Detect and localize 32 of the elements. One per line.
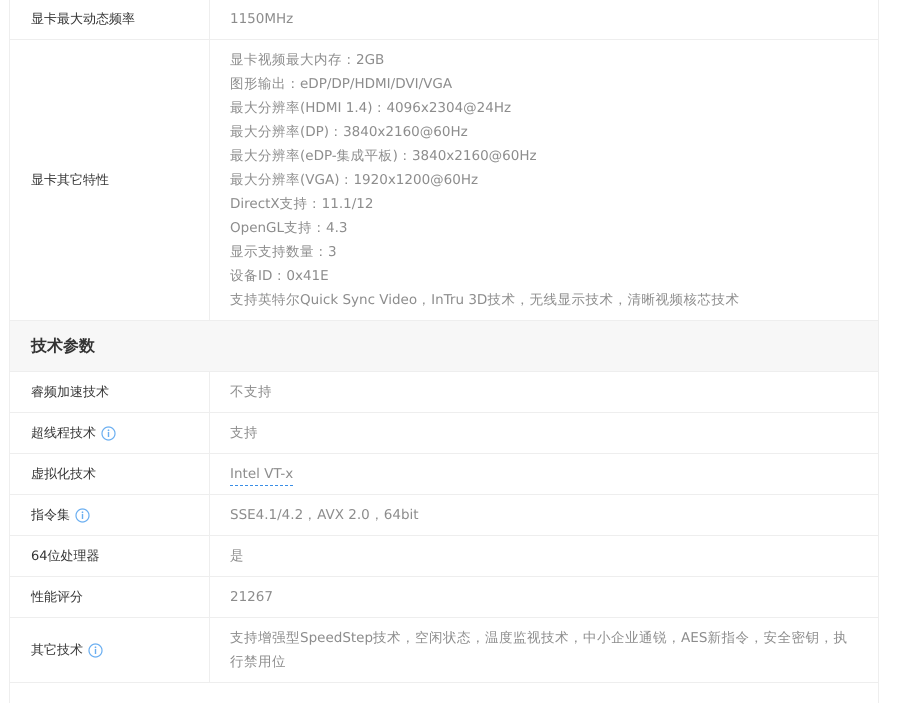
info-icon[interactable] (101, 426, 116, 440)
spec-value: 显卡视频最大内存：2GB (230, 51, 386, 70)
spec-label: 显卡最大动态频率 (31, 11, 135, 28)
spec-label: 指令集 (31, 507, 70, 524)
spec-value: 最大分辨率(VGA)：1920x1200@60Hz (230, 171, 480, 190)
spec-value: 支持英特尔Quick Sync Video，InTru 3D技术，无线显示技术，清晰视频核芯技术 (230, 291, 740, 310)
info-icon[interactable] (75, 508, 90, 522)
spec-label: 显卡其它特性 (31, 172, 109, 189)
spec-value: 设备ID：0x41E (230, 267, 330, 286)
spec-label: 睿频加速技术 (31, 384, 109, 401)
spec-label: 虚拟化技术 (31, 466, 96, 483)
spec-value: 最大分辨率(eDP-集成平板)：3840x2160@60Hz (230, 147, 538, 166)
spec-value: 支持增强型SpeedStep技术，空闲状态，温度监视技术，中小企业通锐，AES新指令，安全密钥，执行禁用位 (230, 629, 848, 672)
spec-label: 64位处理器 (31, 548, 100, 565)
info-icon[interactable] (88, 642, 103, 658)
spec-value: SSE4.1/4.2，AVX 2.0，64bit (230, 506, 420, 525)
spec-value: 显示支持数量：3 (230, 243, 338, 262)
spec-value: 是 (230, 547, 245, 566)
spec-value: OpenGL支持：4.3 (230, 219, 349, 238)
spec-value: 不支持 (230, 383, 273, 402)
spec-link[interactable]: Intel VT-x (230, 462, 294, 486)
spec-value: DirectX支持：11.1/12 (230, 195, 374, 214)
spec-label: 其它技术 (31, 642, 83, 659)
spec-value: 最大分辨率(HDMI 1.4)：4096x2304@24Hz (230, 99, 512, 118)
section-title: 技术参数 (31, 336, 95, 356)
spec-value: 最大分辨率(DP)：3840x2160@60Hz (230, 123, 469, 142)
spec-value: 21267 (230, 588, 274, 607)
spec-value: 1150MHz (230, 10, 294, 29)
spec-label: 超线程技术 (31, 425, 96, 442)
spec-value: 图形输出：eDP/DP/HDMI/DVI/VGA (230, 75, 454, 94)
spec-label: 性能评分 (31, 589, 83, 606)
spec-value: 支持 (230, 424, 259, 443)
